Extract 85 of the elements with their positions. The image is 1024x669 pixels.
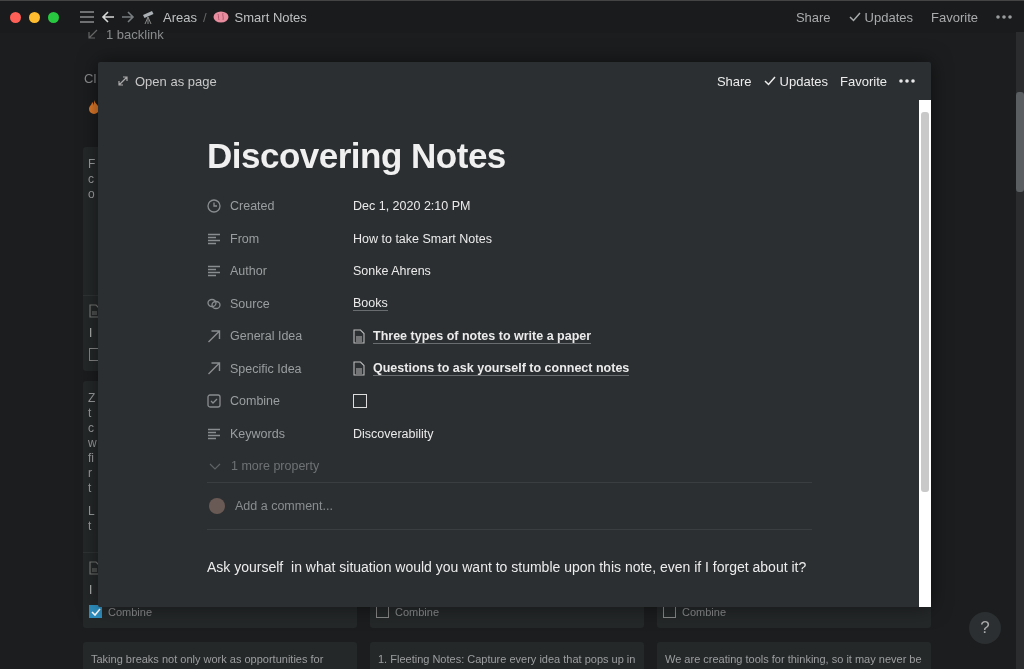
checkbox[interactable] bbox=[89, 605, 102, 618]
checkbox-icon bbox=[207, 394, 221, 409]
toolbar-button[interactable]: Favorite bbox=[927, 9, 982, 25]
forward-arrow-icon[interactable] bbox=[121, 10, 135, 24]
minimize-window-button[interactable] bbox=[29, 11, 40, 23]
comment-input[interactable]: Add a comment... bbox=[235, 499, 333, 513]
document-icon bbox=[89, 304, 100, 318]
document-icon bbox=[353, 361, 365, 377]
card-background[interactable]: We are creating tools for thinking, so it may never be bbox=[657, 642, 931, 669]
body-text: Ask yourself in what situation would you want to stumble upon this note, even if I forget about it? bbox=[207, 559, 808, 575]
card-text: fi bbox=[88, 451, 94, 466]
scrollbar-thumb[interactable] bbox=[1016, 92, 1024, 192]
more-options-icon[interactable] bbox=[996, 15, 1012, 19]
property-label[interactable]: Combine bbox=[230, 394, 281, 409]
text-lines-icon bbox=[207, 265, 221, 278]
card-text: We are creating tools for thinking, so it may never be bbox=[665, 652, 922, 667]
card-text: F bbox=[88, 157, 96, 172]
close-window-button[interactable] bbox=[10, 11, 21, 23]
card-text: t bbox=[88, 519, 92, 534]
card-text: Taking breaks not only work as opportunities for bbox=[91, 652, 324, 667]
more-options-icon[interactable] bbox=[899, 79, 915, 83]
group-label: Cl bbox=[84, 71, 97, 86]
property-value[interactable]: How to take Smart Notes bbox=[353, 231, 492, 246]
avatar bbox=[209, 498, 225, 514]
property-label[interactable]: From bbox=[230, 231, 260, 246]
property-value[interactable]: Sonke Ahrens bbox=[353, 264, 431, 279]
card-background[interactable]: 1. Fleeting Notes: Capture every idea that pops up in bbox=[370, 642, 644, 669]
breadcrumb-link[interactable]: Smart Notes bbox=[234, 9, 307, 25]
property-value[interactable]: Books bbox=[353, 296, 388, 312]
page-link[interactable]: Three types of notes to write a paper bbox=[373, 328, 592, 344]
card-text: o bbox=[88, 187, 95, 202]
card-text: c bbox=[88, 172, 94, 187]
linked-rings-icon bbox=[207, 297, 221, 310]
card-background[interactable]: Taking breaks not only work as opportunities for bbox=[83, 642, 357, 669]
card-text: t bbox=[88, 406, 92, 421]
document-icon bbox=[353, 328, 365, 344]
property-label[interactable]: General Idea bbox=[230, 329, 303, 344]
expand-arrows-icon bbox=[118, 76, 128, 86]
property-label[interactable]: Source bbox=[230, 296, 270, 311]
menu-icon[interactable] bbox=[79, 10, 95, 24]
card-text: L bbox=[88, 504, 95, 519]
arrow-up-right-icon bbox=[207, 329, 221, 343]
page-title: Discovering Notes bbox=[207, 136, 507, 176]
checkbox-label: Combine bbox=[682, 605, 727, 618]
breadcrumb-separator: / bbox=[202, 9, 207, 25]
toolbar-button[interactable]: Favorite bbox=[836, 73, 891, 89]
card-title: I bbox=[89, 583, 93, 597]
updates-button[interactable]: Updates bbox=[759, 73, 833, 89]
card-title: I bbox=[89, 326, 93, 340]
property-value[interactable]: Discoverability bbox=[353, 426, 434, 441]
property-label[interactable]: Author bbox=[230, 264, 267, 279]
text-lines-icon bbox=[207, 427, 221, 440]
updates-button[interactable]: Updates bbox=[844, 9, 918, 25]
scrollbar-thumb[interactable] bbox=[921, 112, 929, 492]
brain-icon bbox=[212, 10, 229, 24]
card-text: Z bbox=[88, 391, 96, 406]
card-text: c bbox=[88, 421, 94, 436]
clock-icon bbox=[207, 199, 221, 214]
back-arrow-icon[interactable] bbox=[101, 10, 115, 24]
card-text: t bbox=[88, 481, 92, 496]
help-button[interactable]: ? bbox=[969, 612, 1001, 644]
arrow-down-left-icon bbox=[88, 29, 98, 39]
toolbar-button[interactable]: Share bbox=[791, 9, 835, 25]
arrow-up-right-icon bbox=[207, 362, 221, 376]
document-icon bbox=[89, 561, 100, 575]
card-text: 1. Fleeting Notes: Capture every idea that pops up in bbox=[378, 652, 636, 667]
checkmark-icon bbox=[848, 12, 861, 22]
page-link[interactable]: Questions to ask yourself to connect notes bbox=[373, 361, 630, 377]
checkbox-label: Combine bbox=[395, 605, 440, 618]
property-label[interactable]: Specific Idea bbox=[230, 361, 302, 376]
backlink-link[interactable]: 1 backlink bbox=[106, 26, 164, 42]
open-as-page-button[interactable]: Open as page bbox=[114, 73, 221, 89]
card-text: r bbox=[88, 466, 92, 481]
text-lines-icon bbox=[207, 232, 221, 245]
breadcrumb-link[interactable]: Areas bbox=[163, 9, 197, 25]
property-value[interactable]: Dec 1, 2020 2:10 PM bbox=[353, 199, 471, 214]
checkbox-label: Combine bbox=[108, 605, 153, 618]
checkmark-icon bbox=[763, 76, 776, 86]
card-text: w bbox=[88, 436, 97, 451]
chevron-down-icon bbox=[209, 462, 221, 470]
property-label[interactable]: Keywords bbox=[230, 426, 285, 441]
flame-icon bbox=[88, 100, 100, 114]
property-label[interactable]: Created bbox=[230, 199, 275, 214]
zoom-window-button[interactable] bbox=[48, 11, 59, 23]
toolbar-button[interactable]: Share bbox=[712, 73, 756, 89]
